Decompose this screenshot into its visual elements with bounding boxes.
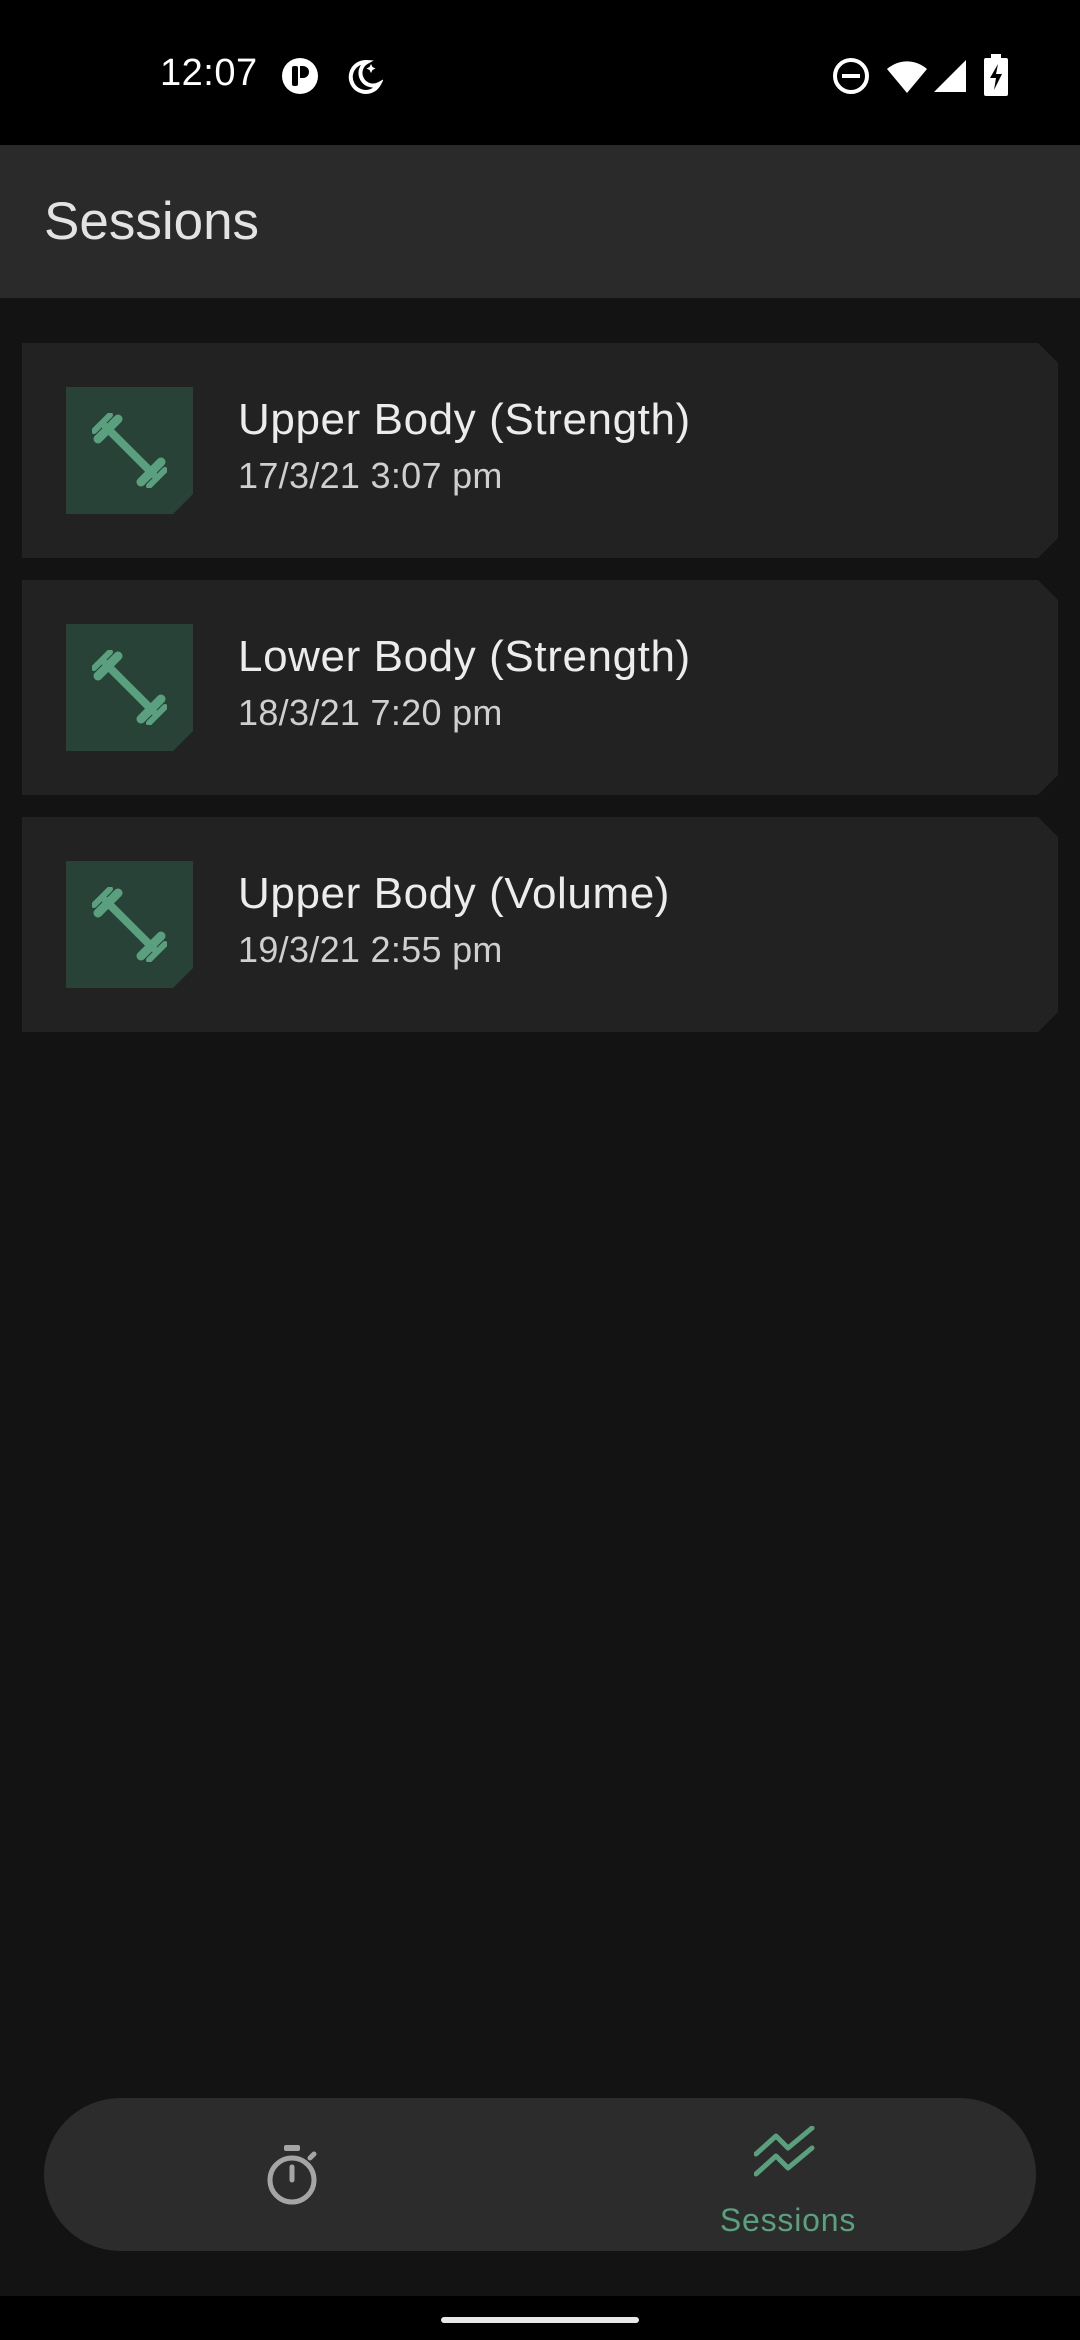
session-date: 17/3/21 3:07 pm <box>238 455 503 496</box>
screen: 12:07 Sessions Upper Body (Strength) 17/… <box>0 0 1080 2340</box>
session-date: 19/3/21 2:55 pm <box>238 929 503 970</box>
signal-icon <box>932 58 968 94</box>
app-bar: Sessions <box>0 145 1080 298</box>
session-card[interactable]: Lower Body (Strength) 18/3/21 7:20 pm <box>22 580 1058 795</box>
stopwatch-icon <box>267 2145 317 2205</box>
session-name: Lower Body (Strength) <box>238 632 691 681</box>
bottom-navigation: Sessions <box>44 2098 1036 2251</box>
session-card[interactable]: Upper Body (Volume) 19/3/21 2:55 pm <box>22 817 1058 1032</box>
session-name: Upper Body (Volume) <box>238 869 671 918</box>
session-list: Upper Body (Strength) 17/3/21 3:07 pm Lo… <box>22 343 1058 1054</box>
gesture-bar <box>0 2296 1080 2340</box>
session-thumbnail <box>66 624 193 751</box>
session-card[interactable]: Upper Body (Strength) 17/3/21 3:07 pm <box>22 343 1058 558</box>
page-title: Sessions <box>44 192 260 251</box>
session-thumbnail <box>66 861 193 988</box>
trending-up-icon <box>754 2126 815 2177</box>
nav-item-sessions[interactable]: Sessions <box>540 2098 1036 2251</box>
do-not-disturb-moon-icon <box>343 56 383 96</box>
session-thumbnail <box>66 387 193 514</box>
status-time: 12:07 <box>160 52 258 94</box>
nav-label-sessions: Sessions <box>719 2202 857 2238</box>
app-notification-icon <box>280 56 320 96</box>
gesture-handle[interactable] <box>441 2317 639 2323</box>
status-bar: 12:07 <box>0 0 1080 145</box>
session-name: Upper Body (Strength) <box>238 395 691 444</box>
dumbbell-icon <box>92 413 167 488</box>
nav-item-timer[interactable] <box>44 2098 540 2251</box>
dnd-minus-icon <box>832 57 870 95</box>
dumbbell-icon <box>92 650 167 725</box>
session-date: 18/3/21 7:20 pm <box>238 692 503 733</box>
dumbbell-icon <box>92 887 167 962</box>
battery-charging-icon <box>984 54 1008 96</box>
wifi-icon <box>885 57 929 95</box>
